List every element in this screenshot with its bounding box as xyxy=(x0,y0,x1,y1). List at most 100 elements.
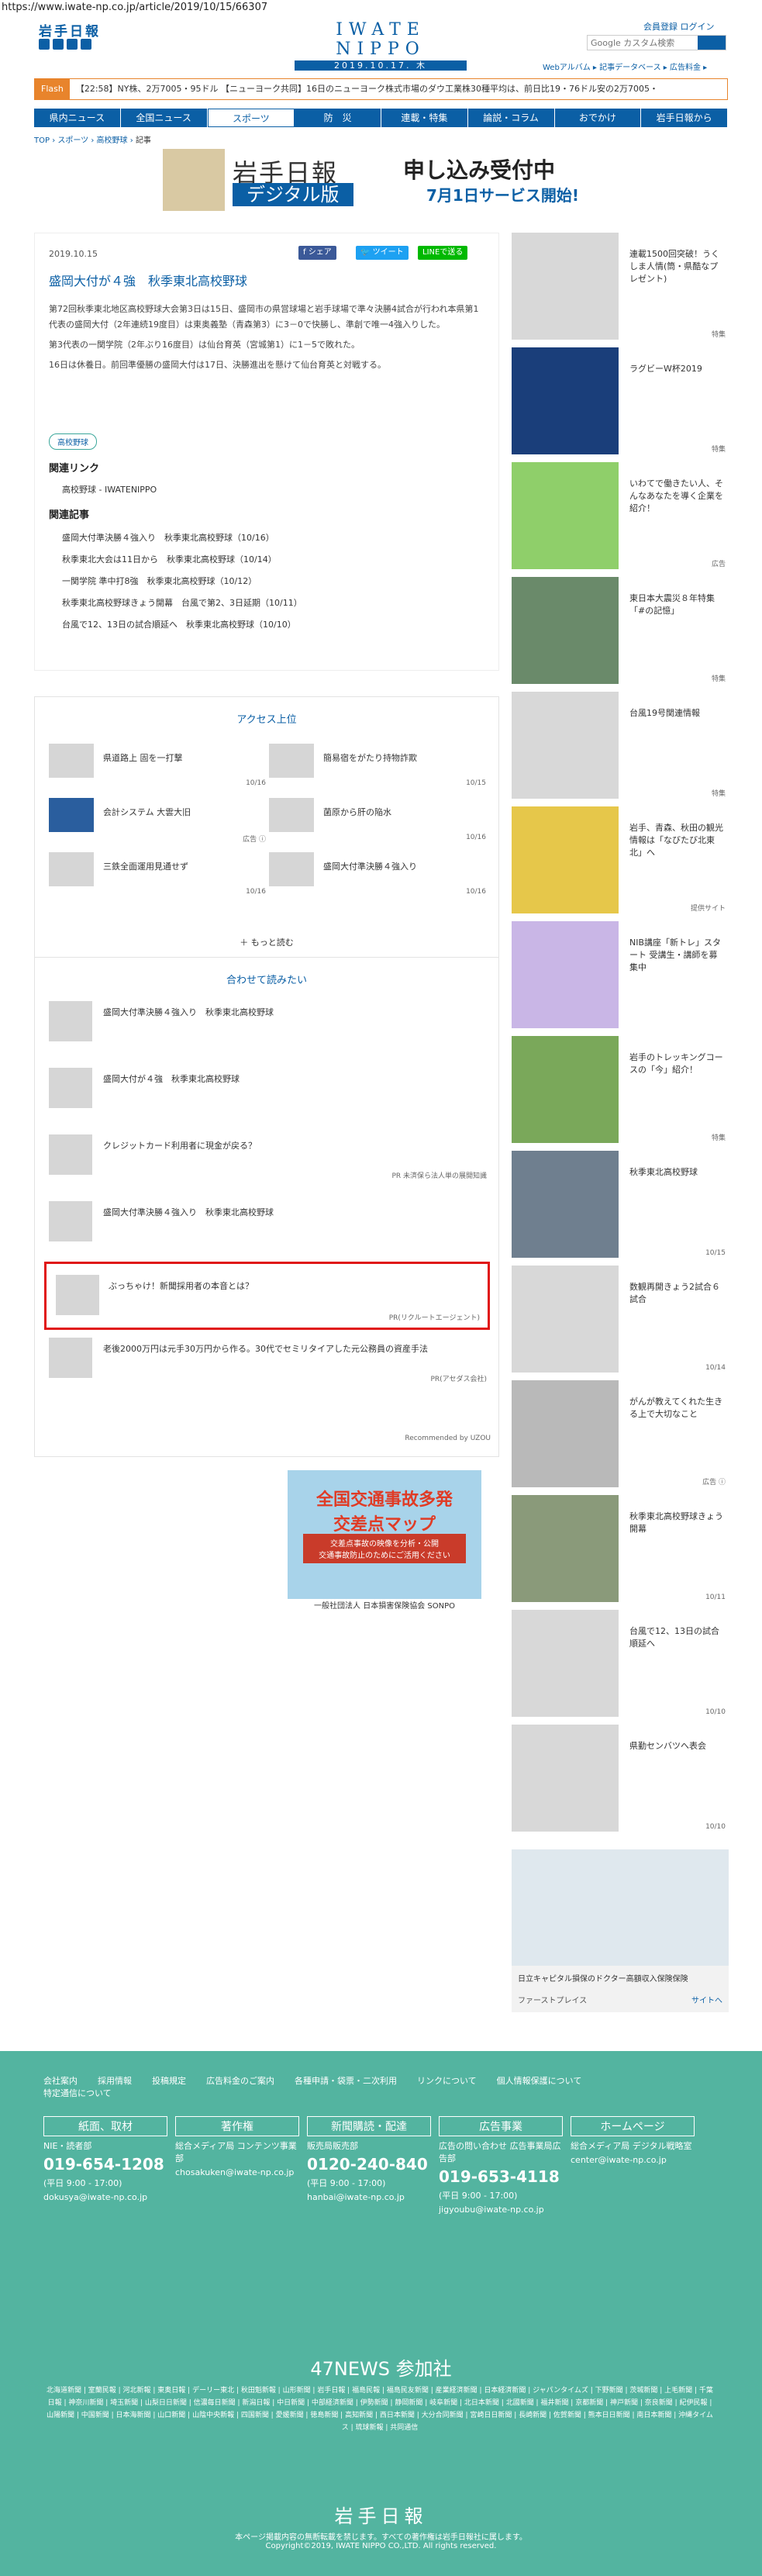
instagram-icon[interactable] xyxy=(81,39,91,50)
nav-item-national[interactable]: 全国ニュース xyxy=(121,109,208,127)
mail-link[interactable]: chosakuken@iwate-np.co.jp xyxy=(175,2167,299,2177)
related-article[interactable]: 一関学院 準中打8強 秋季東北高校野球（10/12） xyxy=(62,575,257,587)
ranking-item[interactable]: 三鉄全面運用見通せず 10/16 xyxy=(49,852,266,899)
recommend-item[interactable]: 盛岡大付準決勝４強入り 秋季東北高校野球 xyxy=(49,1001,487,1048)
footer-link[interactable]: 採用情報 xyxy=(98,2076,132,2086)
ranking-item[interactable]: 菌原から肝の陥水 10/16 xyxy=(269,798,486,844)
line-share-button[interactable]: LINEで送る xyxy=(418,246,468,260)
sidebar-item[interactable]: 台風19号関連情報 特集 xyxy=(512,692,729,804)
footer-link[interactable]: リンクについて xyxy=(417,2076,477,2086)
recommend-item[interactable]: クレジットカード利用者に現金が戻る？ PR 未済保ら法人単の展開知識 xyxy=(49,1134,487,1181)
sidebar-item[interactable]: 連載1500回突破！うくしま人情(筒・県酷なプレゼント) 特集 xyxy=(512,233,729,345)
sidebar-item[interactable]: 東日本大震災８年特集「#の記憶」 特集 xyxy=(512,577,729,689)
mail-link[interactable]: hanbai@iwate-np.co.jp xyxy=(307,2192,431,2202)
site-logo[interactable]: 岩手日報 xyxy=(39,20,101,40)
nav-item-series[interactable]: 連載・特集 xyxy=(381,109,468,127)
nav-item-from-nippo[interactable]: 岩手日報から xyxy=(641,109,728,127)
related-article[interactable]: 台風で12、13日の試合順延へ 秋季東北高校野球（10/10） xyxy=(62,618,296,630)
account-links[interactable]: 会員登録 ログイン xyxy=(643,20,715,33)
recommend-thumb xyxy=(49,1068,92,1108)
footer-link[interactable]: 会社案内 xyxy=(43,2076,78,2086)
footer-link[interactable]: 広告料金のご案内 xyxy=(206,2076,274,2086)
footer-link[interactable]: 特定通信について xyxy=(43,2088,112,2098)
mail-link[interactable]: center@iwate-np.co.jp xyxy=(571,2155,695,2165)
nav-item-outing[interactable]: おでかけ xyxy=(555,109,642,127)
phone-number[interactable]: 019-653-4118 xyxy=(439,2167,563,2186)
digital-ad-banner[interactable]: 岩手日報 デジタル版 申し込み受付中 7月1日サービス開始! xyxy=(163,149,612,211)
search-box xyxy=(587,35,726,50)
sidebar-title: 台風で12、13日の試合順延へ xyxy=(629,1626,719,1649)
footer-hours: (平日 9:00 - 17:00) xyxy=(439,2191,518,2201)
sidebar-item[interactable]: 県勤センバツへ表会 10/10 xyxy=(512,1725,729,1837)
recommend-credit[interactable]: Recommended by UZOU xyxy=(405,1435,491,1442)
ranking-thumb xyxy=(269,798,314,832)
sidebar-item[interactable]: NIB講座「新トレ」スタート 受講生・講師を募集中 xyxy=(512,921,729,1034)
recommend-text: クレジットカード利用者に現金が戻る？ xyxy=(103,1141,257,1151)
recommend-item-highlighted[interactable]: ぶっちゃけ！新聞採用者の本音とは？ PR(リクルートエージェント) xyxy=(44,1262,490,1330)
line-icon[interactable] xyxy=(67,39,78,50)
footer-col: 新聞購読・配達 販売局販売部 0120-240-840 (平日 9:00 - 17:0… xyxy=(307,2116,431,2202)
footer-logo[interactable]: 岩手日報 xyxy=(0,2501,762,2528)
more-button[interactable]: ＋ もっと読む xyxy=(35,936,498,948)
sidebar-item[interactable]: 岩手のトレッキングコースの「今」紹介！ 特集 xyxy=(512,1036,729,1148)
sidebar-item[interactable]: 秋季東北高校野球 10/15 xyxy=(512,1151,729,1263)
footer-link[interactable]: 個人情報保護について xyxy=(497,2076,582,2086)
nav-item-local[interactable]: 県内ニュース xyxy=(34,109,121,127)
recommend-item[interactable]: 盛岡大付が４強 秋季東北高校野球 xyxy=(49,1068,487,1114)
footer-link[interactable]: 投稿規定 xyxy=(152,2076,186,2086)
twitter-icon[interactable] xyxy=(39,39,50,50)
mail-link[interactable]: jigyoubu@iwate-np.co.jp xyxy=(439,2205,563,2215)
ranking-item[interactable]: 県道路上 固を一打撃 10/16 xyxy=(49,744,266,790)
ranking-item[interactable]: 盛岡大付準決勝４強入り 10/16 xyxy=(269,852,486,899)
footer-hours: (平日 9:00 - 17:00) xyxy=(307,2178,386,2188)
nav-item-sports[interactable]: スポーツ xyxy=(207,109,295,127)
phone-number[interactable]: 019-654-1208 xyxy=(43,2155,167,2174)
footer: 会社案内 採用情報 投稿規定 広告料金のご案内 各種申請・袋票・二次利用 リンクについて 個… xyxy=(0,2051,762,2576)
recommend-item[interactable]: 盛岡大付準決勝４強入り 秋季東北高校野球 xyxy=(49,1201,487,1248)
sidebar-item[interactable]: 数観再開きょう2試合６試合 10/14 xyxy=(512,1266,729,1378)
facebook-share-button[interactable]: f シェア xyxy=(298,246,336,260)
ranking-thumb xyxy=(49,798,94,832)
header-sublinks[interactable]: Webアルバム ▸ 記事データベース ▸ 広告料金 ▸ xyxy=(543,60,707,72)
footer-link[interactable]: 各種申請・袋票・二次利用 xyxy=(295,2076,397,2086)
sidebar-title: がんが教えてくれた生きる上で大切なこと xyxy=(629,1397,723,1419)
ranking-item[interactable]: 簡易宿をがたり持物詐欺 10/15 xyxy=(269,744,486,790)
crumb-sports[interactable]: スポーツ xyxy=(57,136,88,145)
address-bar[interactable]: https://www.iwate-np.co.jp/article/2019/… xyxy=(0,0,762,16)
crumb-baseball[interactable]: 高校野球 xyxy=(97,136,128,145)
tag-button[interactable]: 高校野球 xyxy=(49,433,97,450)
sidebar-item[interactable]: いわてで働きたい人、そんなあなたを導く企業を紹介！ 広告 xyxy=(512,462,729,575)
facebook-icon[interactable] xyxy=(53,39,64,50)
47news-list[interactable]: 北海道新聞 | 室蘭民報 | 河北新報 | 東奥日報 | デーリー東北 | 秋田… xyxy=(47,2384,713,2434)
sidebar-item[interactable]: 岩手、青森、秋田の観光情報は「なびたび北東北」へ 提供サイト xyxy=(512,806,729,919)
sidebar-item[interactable]: 秋季東北高校野球きょう開幕 10/11 xyxy=(512,1495,729,1607)
related-article[interactable]: 秋季東北高校野球きょう開幕 台風で第2、3日延期（10/11） xyxy=(62,596,302,609)
nav-item-disaster[interactable]: 防 災 xyxy=(295,109,381,127)
ranking-item[interactable]: 会計システム 大雲大旧 広告 ⓘ xyxy=(49,798,266,844)
related-link[interactable]: 高校野球 - IWATENIPPO xyxy=(62,483,157,496)
tweet-button[interactable]: 🐦 ツイート xyxy=(356,246,409,260)
mail-link[interactable]: dokusya@iwate-np.co.jp xyxy=(43,2192,167,2202)
sidebar-thumb xyxy=(512,233,619,340)
recommend-sponsor: PR 未済保ら法人単の展開知識 xyxy=(391,1172,487,1180)
recommend-thumb xyxy=(56,1275,99,1315)
sidebar-item[interactable]: 台風で12、13日の試合順延へ 10/10 xyxy=(512,1610,729,1722)
flash-news[interactable]: Flash 【22:58】NY株、2万7005・95ドル 【ニューヨーク共同】16… xyxy=(34,78,728,100)
recommend-item[interactable]: 老後2000万円は元手30万円から作る。30代でセミリタイアした元公務員の資産手… xyxy=(49,1338,487,1384)
sidebar-item[interactable]: がんが教えてくれた生きる上で大切なこと 広告 ⓘ xyxy=(512,1380,729,1493)
sidebar-ad[interactable]: 日立キャピタル損保のドクター高額収入保険保険 ファーストプレイス サイトへ xyxy=(512,1849,729,2012)
sidebar-ad-link[interactable]: サイトへ xyxy=(691,1994,722,2005)
sidebar-item[interactable]: ラグビーW杯2019 特集 xyxy=(512,347,729,460)
recommend-text: 盛岡大付準決勝４強入り 秋季東北高校野球 xyxy=(103,1207,274,1217)
footer-col: 広告事業 広告の問い合わせ 広告事業局広告部 019-653-4118 (平日 9:0… xyxy=(439,2116,563,2215)
phone-number[interactable]: 0120-240-840 xyxy=(307,2155,431,2174)
brand-logo[interactable]: IWATE NIPPO 2019.10.17. 木 xyxy=(295,20,467,71)
search-button[interactable] xyxy=(698,36,726,50)
insurance-ad[interactable]: 全国交通事故多発 交差点マップ 交差点事故の映像を分析・公開 交通事故防止のため… xyxy=(288,1470,481,1633)
related-article[interactable]: 盛岡大付準決勝４強入り 秋季東北高校野球（10/16） xyxy=(62,531,274,544)
nav-item-opinion[interactable]: 論説・コラム xyxy=(468,109,555,127)
crumb-top[interactable]: TOP xyxy=(34,136,50,145)
search-input[interactable] xyxy=(588,36,696,50)
header-date: 2019.10.17. 木 xyxy=(295,60,467,71)
related-article[interactable]: 秋季東北大会は11日から 秋季東北高校野球（10/14） xyxy=(62,553,277,565)
